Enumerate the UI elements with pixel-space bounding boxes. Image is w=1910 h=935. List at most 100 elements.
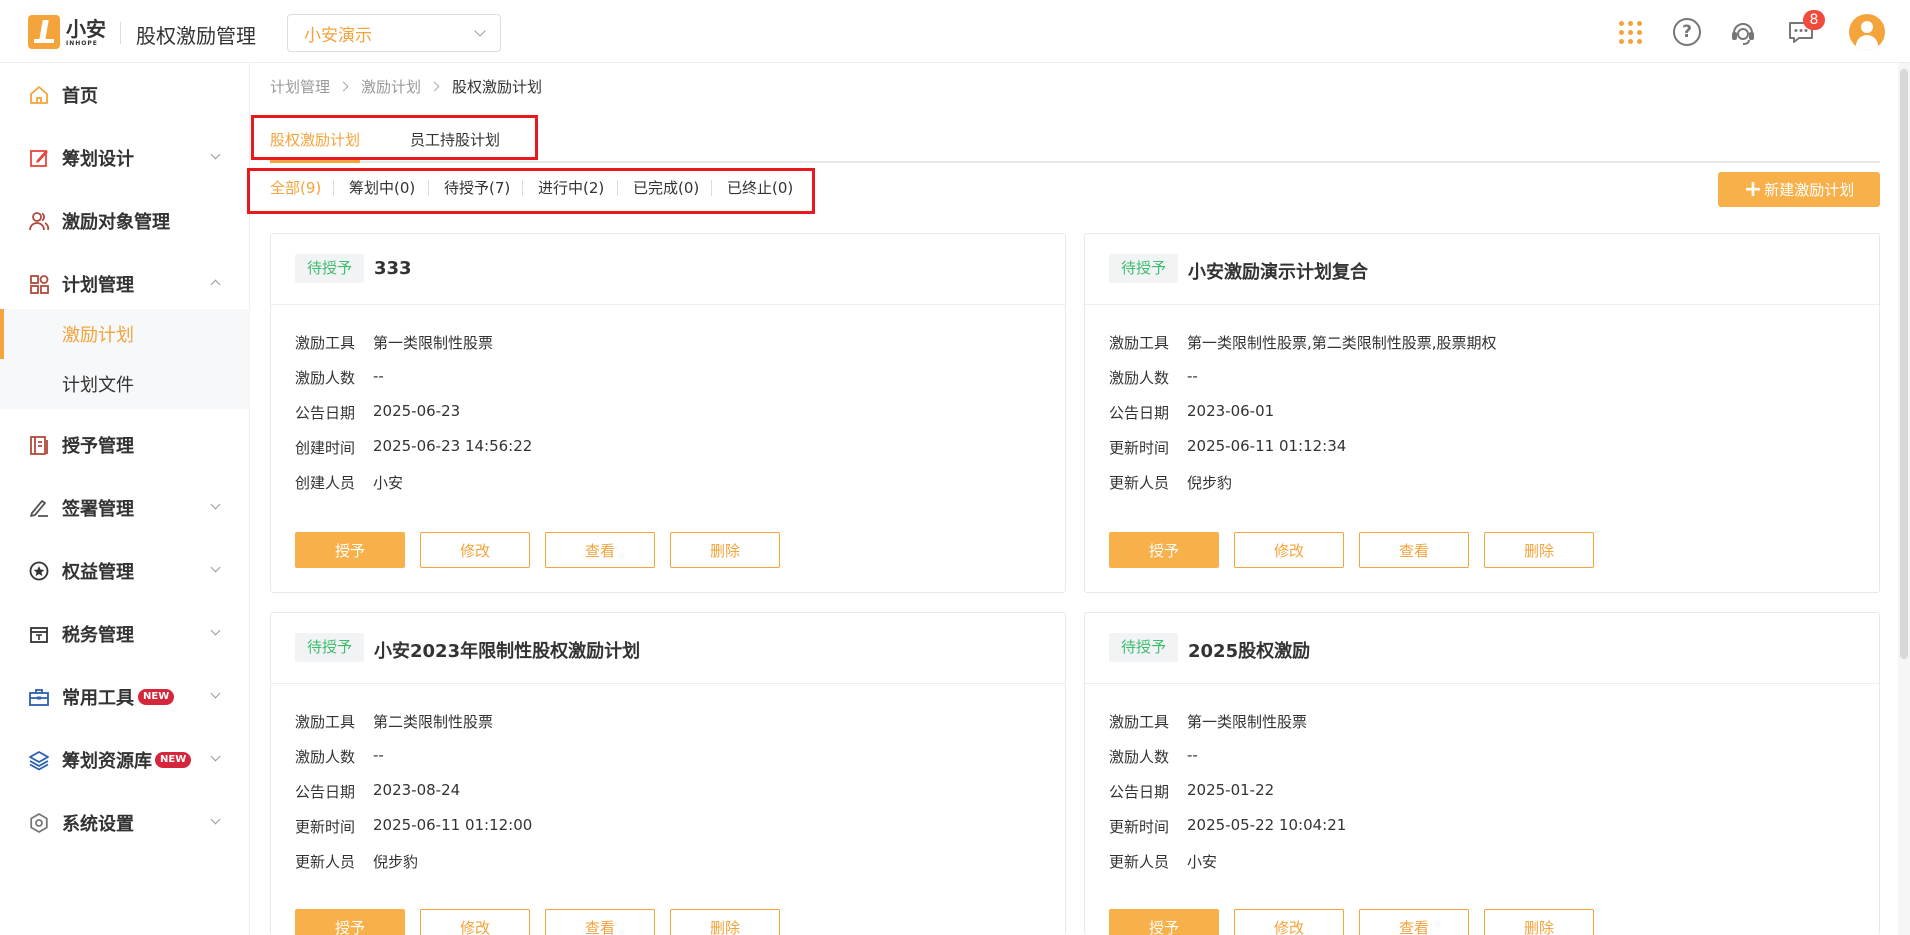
breadcrumb-item[interactable]: 计划管理 — [270, 76, 330, 97]
logo-name: 小安 — [66, 16, 106, 41]
sidebar-item-label: 授予管理 — [62, 436, 134, 457]
sidebar-item-equity[interactable]: 权益管理 — [0, 546, 250, 596]
detail-row: 公告日期 2023-06-01 — [1109, 402, 1275, 422]
app-title: 股权激励管理 — [136, 24, 256, 48]
detail-row: 激励工具 第二类限制性股票 — [295, 713, 494, 731]
sidebar-item-label: 税务管理 — [62, 625, 134, 646]
plan-details: 激励工具 第一类限制性股票,第二类限制性股票,股票期权 激励人数 -- 公告日期 20… — [1109, 332, 1497, 507]
briefcase-icon — [29, 689, 49, 706]
chevron-down-icon — [210, 751, 221, 762]
home-icon — [30, 86, 48, 104]
plan-details: 激励工具 第一类限制性股票 激励人数 -- 公告日期 2025-01-22 更新时间 2… — [1109, 711, 1346, 886]
users-icon — [29, 212, 50, 231]
sidebar-subitem-label: 计划文件 — [62, 375, 134, 396]
logo-subtext: INHOPE — [66, 39, 98, 47]
view-button[interactable]: 查看 — [1359, 532, 1469, 568]
sidebar-item-label: 签署管理 — [62, 499, 134, 520]
main-scrollbar[interactable] — [1898, 63, 1910, 935]
sidebar-subitem-plan-files[interactable]: 计划文件 — [0, 359, 250, 409]
sidebar-item-system-settings[interactable]: 系统设置 — [0, 798, 250, 848]
new-tag: NEW — [155, 752, 192, 768]
detail-row: 激励工具 第一类限制性股票 — [295, 334, 494, 352]
user-avatar[interactable] — [1849, 14, 1885, 50]
chevron-down-icon — [210, 149, 221, 160]
chevron-right-icon — [338, 81, 349, 92]
view-button[interactable]: 查看 — [1359, 909, 1469, 935]
sidebar-subitem-label: 激励计划 — [62, 325, 134, 346]
detail-row: 更新人员 倪步豹 — [1109, 474, 1233, 492]
grant-button[interactable]: 授予 — [1109, 909, 1219, 935]
plan-card: 待授予 小安激励演示计划复合 激励工具 第一类限制性股票,第二类限制性股票,股票期… — [1084, 233, 1880, 593]
logo[interactable]: 小安 INHOPE — [28, 15, 106, 49]
sidebar-item-resource-library[interactable]: 筹划资源库 NEW — [0, 735, 250, 785]
edit-button[interactable]: 修改 — [1234, 909, 1344, 935]
chevron-right-icon — [429, 81, 440, 92]
sidebar-subitem-incentive-plan[interactable]: 激励计划 — [0, 309, 250, 359]
sidebar-item-plan-management[interactable]: 计划管理 — [0, 259, 250, 309]
plan-title: 小安2023年限制性股权激励计划 — [374, 641, 641, 662]
book-icon — [30, 436, 48, 455]
status-badge: 待授予 — [1109, 633, 1179, 662]
delete-button[interactable]: 删除 — [1484, 909, 1594, 935]
view-button[interactable]: 查看 — [545, 532, 655, 568]
detail-row: 创建人员 小安 — [295, 474, 404, 492]
plan-title: 333 — [374, 258, 412, 279]
company-select[interactable]: 小安演示 — [287, 14, 501, 52]
sidebar-item-label: 常用工具 — [62, 688, 134, 709]
layers-icon — [29, 751, 49, 771]
highlight-box-filters — [247, 168, 815, 214]
grant-button[interactable]: 授予 — [295, 532, 405, 568]
view-button[interactable]: 查看 — [545, 909, 655, 935]
apps-grid-icon[interactable] — [1616, 18, 1644, 46]
sidebar-item-label: 权益管理 — [62, 562, 134, 583]
sidebar-item-label: 筹划资源库 — [62, 751, 152, 772]
breadcrumb: 计划管理 激励计划 股权激励计划 — [270, 76, 542, 97]
sidebar-item-participants[interactable]: 激励对象管理 — [0, 196, 250, 246]
plan-details: 激励工具 第一类限制性股票 激励人数 -- 公告日期 2025-06-23 创建时间 2… — [295, 332, 532, 507]
edit-button[interactable]: 修改 — [1234, 532, 1344, 568]
breadcrumb-item[interactable]: 激励计划 — [361, 76, 421, 97]
sidebar: 首页 筹划设计 激励对象管理 计划管理 激励计划 计划文件 授予管理 签署管理 … — [0, 63, 250, 935]
help-icon[interactable]: ? — [1673, 18, 1701, 46]
edit-button[interactable]: 修改 — [420, 532, 530, 568]
edit-button[interactable]: 修改 — [420, 909, 530, 935]
delete-button[interactable]: 删除 — [670, 909, 780, 935]
breadcrumb-current: 股权激励计划 — [452, 78, 543, 96]
chevron-down-icon — [210, 625, 221, 636]
new-tag: NEW — [138, 689, 175, 705]
detail-row: 激励人数 -- — [1109, 367, 1198, 387]
detail-row: 激励人数 -- — [295, 746, 384, 766]
chevron-down-icon — [210, 688, 221, 699]
plan-card: 待授予 333 激励工具 第一类限制性股票 激励人数 -- 公告日期 2025-06-… — [270, 233, 1066, 593]
chevron-down-icon — [474, 25, 486, 37]
customer-service-icon[interactable] — [1729, 18, 1757, 46]
delete-button[interactable]: 删除 — [670, 532, 780, 568]
sidebar-item-grant-management[interactable]: 授予管理 — [0, 420, 250, 470]
grant-button[interactable]: 授予 — [1109, 532, 1219, 568]
new-incentive-plan-button[interactable]: + 新建激励计划 — [1718, 172, 1880, 207]
sidebar-item-signing[interactable]: 签署管理 — [0, 483, 250, 533]
sidebar-item-tax[interactable]: 税务管理 — [0, 609, 250, 659]
header-divider — [120, 22, 121, 44]
highlight-box-tabs — [251, 115, 538, 160]
plan-details: 激励工具 第二类限制性股票 激励人数 -- 公告日期 2023-08-24 更新时间 2… — [295, 711, 532, 886]
scrollbar-thumb[interactable] — [1900, 69, 1908, 659]
detail-row: 创建时间 2025-06-23 14:56:22 — [295, 437, 533, 457]
status-badge: 待授予 — [295, 254, 365, 283]
logo-mark-icon — [28, 15, 60, 49]
status-badge: 待授予 — [295, 633, 365, 662]
detail-row: 更新时间 2025-06-11 01:12:00 — [295, 816, 533, 836]
edit-icon — [30, 150, 48, 167]
gear-icon — [30, 813, 48, 833]
plan-card: 待授予 2025股权激励 激励工具 第一类限制性股票 激励人数 -- 公告日期 202… — [1084, 612, 1880, 935]
delete-button[interactable]: 删除 — [1484, 532, 1594, 568]
sidebar-item-planning-design[interactable]: 筹划设计 — [0, 133, 250, 183]
plan-card: 待授予 小安2023年限制性股权激励计划 激励工具 第二类限制性股票 激励人数 --… — [270, 612, 1066, 935]
sidebar-item-label: 首页 — [62, 86, 98, 107]
detail-row: 更新时间 2025-06-11 01:12:34 — [1109, 437, 1347, 457]
grant-button[interactable]: 授予 — [295, 909, 405, 935]
star-icon — [29, 561, 49, 581]
sidebar-item-tools[interactable]: 常用工具 NEW — [0, 672, 250, 722]
sidebar-item-home[interactable]: 首页 — [0, 70, 250, 120]
sidebar-item-label: 激励对象管理 — [62, 212, 170, 233]
